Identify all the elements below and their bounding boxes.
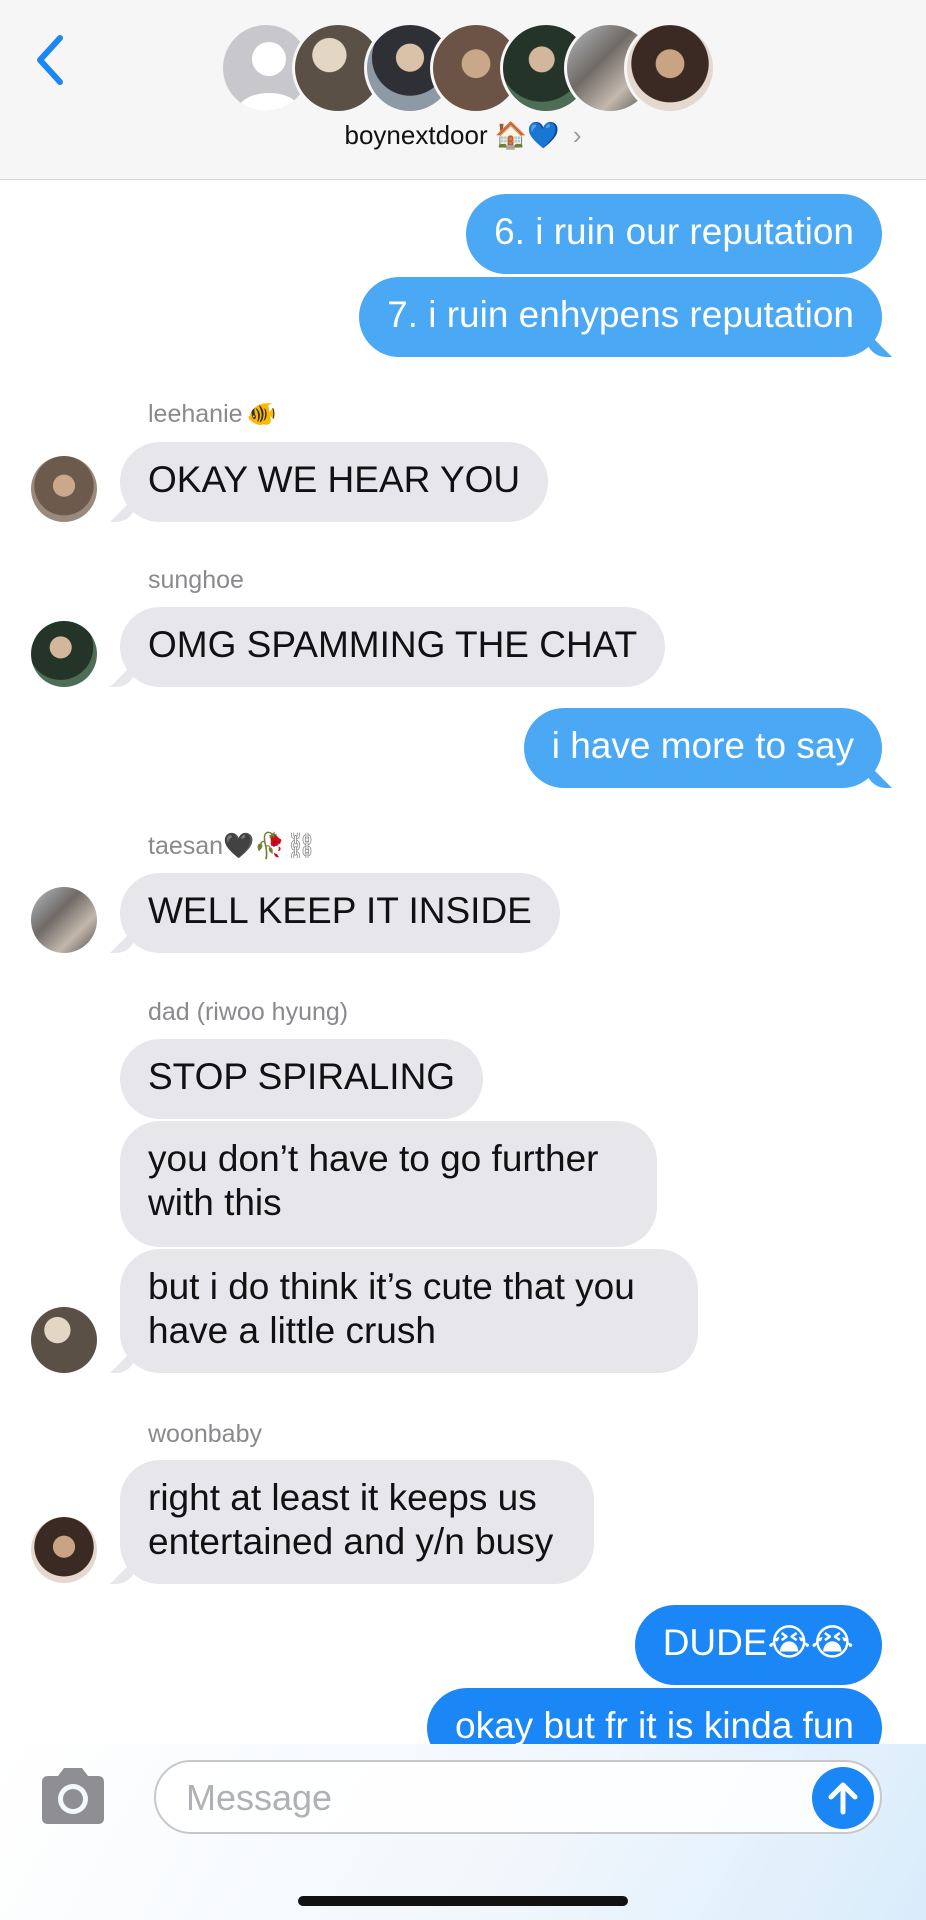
sender-avatar[interactable] [31, 1307, 97, 1373]
conversation-header: boynextdoor 🏠💙 › [0, 0, 926, 180]
sender-avatar[interactable] [31, 1517, 97, 1583]
sender-name: woonbaby [148, 1420, 262, 1448]
incoming-message[interactable]: OMG SPAMMING THE CHAT [120, 607, 666, 687]
incoming-message[interactable]: you don’t have to go further with this [120, 1121, 657, 1247]
arrow-up-icon [828, 1782, 858, 1815]
group-avatars[interactable] [220, 22, 720, 114]
home-indicator [298, 1896, 628, 1906]
group-name-button[interactable]: boynextdoor 🏠💙 › [0, 120, 926, 151]
incoming-message[interactable]: STOP SPIRALING [120, 1039, 484, 1119]
incoming-message[interactable]: but i do think it’s cute that you have a… [120, 1249, 698, 1373]
sender-avatar[interactable] [31, 621, 97, 687]
message-composer [0, 1744, 926, 1920]
messages-app: boynextdoor 🏠💙 › 6. i ruin our reputatio… [0, 0, 926, 1920]
chevron-left-icon [37, 35, 63, 85]
sender-name: sunghoe [148, 566, 244, 594]
sender-avatar[interactable] [31, 887, 97, 953]
message-input-field[interactable] [154, 1760, 882, 1834]
fish-emoji: 🐠 [246, 401, 277, 428]
chevron-right-icon: › [572, 120, 582, 150]
incoming-message[interactable]: right at least it keeps us entertained a… [120, 1460, 594, 1584]
group-name: boynextdoor [344, 120, 488, 150]
member-avatar [624, 22, 716, 114]
camera-icon [42, 1768, 104, 1824]
outgoing-message[interactable]: DUDE😭😭 [634, 1605, 882, 1685]
sender-name: dad (riwoo hyung) [148, 998, 349, 1026]
back-button[interactable] [28, 28, 76, 92]
incoming-message[interactable]: OKAY WE HEAR YOU [120, 442, 549, 522]
message-input[interactable] [186, 1776, 746, 1820]
group-emoji: 🏠💙 [494, 120, 560, 150]
incoming-message[interactable]: WELL KEEP IT INSIDE [120, 873, 560, 953]
outgoing-message[interactable]: 7. i ruin enhypens reputation [359, 277, 882, 357]
camera-button[interactable] [36, 1766, 110, 1826]
outgoing-message[interactable]: 6. i ruin our reputation [466, 194, 882, 274]
send-button[interactable] [812, 1767, 874, 1829]
sender-avatar[interactable] [31, 456, 97, 522]
outgoing-message[interactable]: i have more to say [523, 708, 882, 788]
sender-name: taesan🖤🥀⛓ [148, 832, 318, 860]
sender-name: leehanie 🐠 [148, 400, 277, 428]
